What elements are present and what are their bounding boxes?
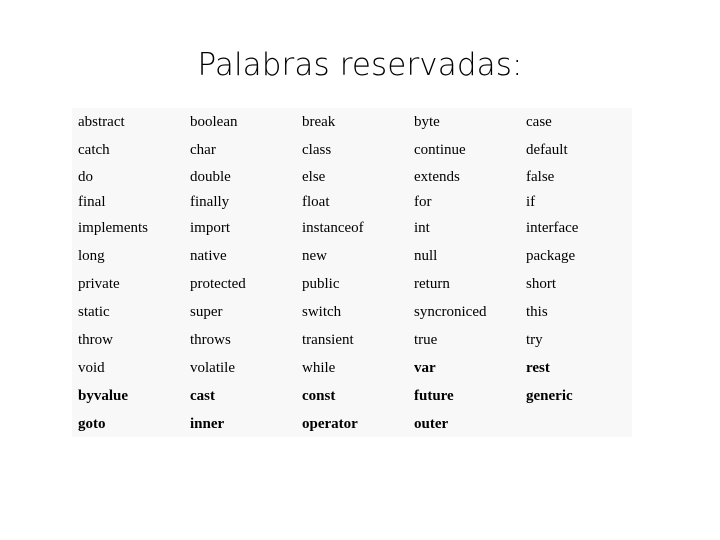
keyword-cell: boolean (190, 114, 238, 130)
keyword-cell: break (302, 114, 336, 130)
keyword-cell: true (414, 332, 438, 348)
keyword-cell: transient (302, 332, 354, 348)
table-row: private protected public return short (72, 270, 632, 298)
keyword-cell: false (526, 168, 555, 185)
keyword-cell: void (78, 360, 105, 376)
keyword-cell: import (190, 220, 230, 236)
keyword-cell: for (414, 193, 432, 210)
keyword-cell: native (190, 248, 227, 264)
table-row: goto inner operator outer (72, 410, 632, 438)
keyword-cell: try (526, 332, 543, 348)
keyword-cell: implements (78, 220, 148, 236)
keyword-cell: default (526, 142, 568, 158)
table-row: catch char class continue default (72, 136, 632, 164)
keyword-cell: case (526, 114, 552, 130)
keyword-cell: continue (414, 142, 466, 158)
keyword-cell: super (190, 304, 223, 320)
keyword-cell: public (302, 276, 340, 292)
reserved-words-table: abstract boolean break byte case catch char cla… (72, 108, 632, 438)
keyword-cell: if (526, 193, 536, 210)
keyword-cell: instanceof (302, 220, 364, 236)
keyword-cell: byvalue (78, 388, 129, 404)
keyword-cell: var (414, 360, 436, 376)
keyword-cell: throw (78, 332, 113, 348)
slide-canvas: Palabras reservadas: abstract boolean brea… (0, 0, 720, 540)
keyword-cell: static (78, 304, 110, 320)
table-row: final finally float for if (72, 189, 632, 214)
table-row: byvalue cast const future generic (72, 382, 632, 410)
table-row: abstract boolean break byte case (72, 108, 632, 136)
keyword-cell: new (302, 248, 327, 264)
table-row: static super switch syncroniced this (72, 298, 632, 326)
keyword-cell: int (414, 220, 430, 236)
keyword-cell: abstract (78, 114, 125, 130)
keyword-cell: byte (414, 114, 440, 130)
keyword-cell: catch (78, 142, 110, 158)
keyword-cell: else (302, 168, 326, 185)
table-row: do double else extends false (72, 164, 632, 189)
keyword-cell: final (78, 193, 106, 210)
keyword-cell: rest (526, 360, 550, 376)
keyword-cell: long (78, 248, 105, 264)
page-title: Palabras reservadas: (197, 47, 523, 83)
keyword-cell: double (190, 168, 231, 185)
table-row: implements import instanceof int interface (72, 214, 632, 242)
reserved-words-table-container: abstract boolean break byte case catch char cla… (72, 108, 632, 437)
keyword-cell: package (526, 248, 576, 264)
keyword-cell: interface (526, 220, 579, 236)
keyword-cell: outer (414, 416, 449, 432)
keyword-cell: char (190, 142, 216, 158)
keyword-cell: float (302, 193, 330, 210)
keyword-cell: switch (302, 304, 342, 320)
reserved-words-table-body: abstract boolean break byte case catch char cla… (72, 108, 632, 438)
keyword-cell: short (526, 276, 556, 292)
table-row: void volatile while var rest (72, 354, 632, 382)
keyword-cell: operator (302, 416, 358, 432)
keyword-cell: generic (526, 388, 573, 404)
keyword-cell: volatile (190, 360, 235, 376)
keyword-cell: class (302, 142, 332, 158)
keyword-cell: return (414, 276, 450, 292)
keyword-cell: finally (190, 193, 230, 210)
keyword-cell: cast (190, 388, 215, 404)
keyword-cell: inner (190, 416, 225, 432)
table-row: long native new null package (72, 242, 632, 270)
keyword-cell: private (78, 276, 120, 292)
keyword-cell (520, 410, 632, 438)
keyword-cell: do (78, 168, 93, 185)
table-row: throw throws transient true try (72, 326, 632, 354)
keyword-cell: protected (190, 276, 246, 292)
keyword-cell: throws (190, 332, 231, 348)
keyword-cell: const (302, 388, 336, 404)
keyword-cell: goto (78, 416, 106, 432)
keyword-cell: null (414, 248, 438, 264)
keyword-cell: while (302, 360, 336, 376)
keyword-cell: future (414, 388, 454, 404)
keyword-cell: this (526, 304, 548, 320)
keyword-cell: extends (414, 168, 460, 185)
keyword-cell: syncroniced (414, 304, 487, 320)
